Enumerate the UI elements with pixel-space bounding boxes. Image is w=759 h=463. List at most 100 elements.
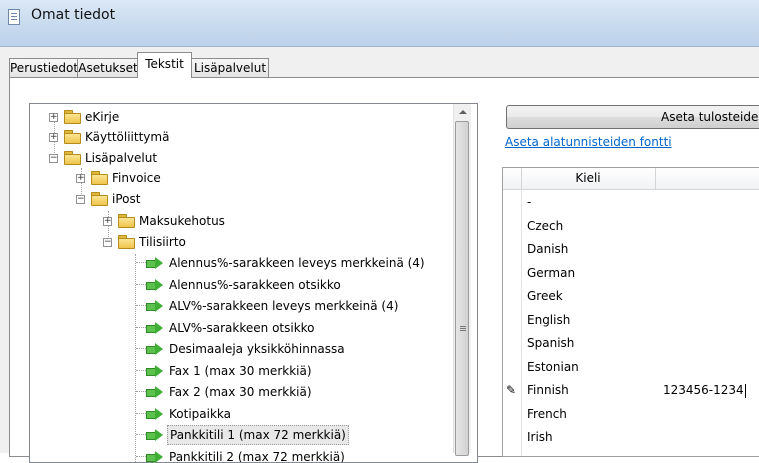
folder-icon [91, 171, 108, 185]
language-cell[interactable]: - [527, 191, 531, 214]
tree-node-ekirje[interactable]: + eKirje [30, 107, 450, 127]
grid-row[interactable]: Danish [503, 238, 759, 261]
arrow-right-icon [146, 386, 164, 398]
arrow-right-icon [146, 343, 164, 355]
tab-lisapalvelut[interactable]: Lisäpalvelut [191, 58, 269, 77]
app-icon [8, 9, 20, 25]
tree-item[interactable]: ALV%-sarakkeen otsikko [30, 318, 450, 338]
set-print-font-button[interactable]: Aseta tulosteide [506, 105, 759, 129]
value-text[interactable]: 123456-1234 [663, 383, 744, 397]
tree-item[interactable]: ALV%-sarakkeen leveys merkkeinä (4) [30, 296, 450, 316]
tree-node-finvoice[interactable]: + Finvoice [30, 168, 450, 188]
tree-item[interactable]: Alennus%-sarakkeen leveys merkkeinä (4) [30, 253, 450, 273]
grid-row[interactable]: Irish [503, 426, 759, 449]
scrollbar-thumb[interactable] [455, 121, 469, 456]
grip-icon [460, 326, 466, 327]
tab-asetukset[interactable]: Asetukset [77, 58, 139, 77]
collapse-icon[interactable]: − [103, 238, 112, 247]
arrow-right-icon [146, 279, 164, 291]
tree-node-ipost[interactable]: − iPost [30, 189, 450, 209]
folder-open-icon [118, 235, 135, 249]
tree-label: Kotipaikka [169, 407, 231, 421]
folder-open-icon [91, 192, 108, 206]
tree-scrollbar[interactable] [453, 104, 471, 456]
tree-item[interactable]: Fax 1 (max 30 merkkiä) [30, 361, 450, 381]
expand-icon[interactable]: + [49, 113, 58, 122]
grid-row[interactable]: Czech [503, 215, 759, 238]
language-cell[interactable]: Spanish [527, 332, 574, 355]
grid-row[interactable]: Greek [503, 285, 759, 308]
arrow-right-icon [146, 300, 164, 312]
arrow-right-icon [146, 429, 164, 441]
tree-label: ALV%-sarakkeen otsikko [169, 321, 315, 335]
title-bar: Omat tiedot [0, 0, 759, 47]
language-cell[interactable]: Czech [527, 215, 563, 238]
tree-label: Alennus%-sarakkeen otsikko [169, 278, 341, 292]
expand-icon[interactable]: + [103, 217, 112, 226]
arrow-right-icon [146, 322, 164, 334]
column-header-kieli[interactable]: Kieli [521, 168, 656, 189]
arrow-right-icon [146, 408, 164, 420]
expand-icon[interactable]: + [49, 133, 58, 142]
window-title: Omat tiedot [31, 7, 116, 23]
tree-item[interactable]: Alennus%-sarakkeen otsikko [30, 275, 450, 295]
language-cell[interactable]: Finnish [527, 379, 569, 402]
language-cell[interactable]: French [527, 403, 567, 426]
column-header-value[interactable] [656, 168, 759, 189]
tree-node-kayttoliittyma[interactable]: + Käyttöliittymä [30, 127, 450, 147]
grid-header: Kieli [503, 168, 759, 190]
grid-row-editing[interactable]: ✎ Finnish 123456-1234 [503, 379, 759, 402]
folder-icon [64, 130, 81, 144]
language-cell[interactable]: Estonian [527, 356, 579, 379]
tree-label: iPost [112, 192, 141, 206]
tree-label: eKirje [85, 110, 120, 124]
tree-item[interactable]: Desimaaleja yksikköhinnassa [30, 339, 450, 359]
value-cell-editing[interactable]: 123456-1234 [663, 379, 746, 402]
arrow-right-icon [146, 365, 164, 377]
tree-label: Pankkitili 2 (max 72 merkkiä) [169, 450, 345, 463]
tree-node-tilisiirto[interactable]: − Tilisiirto [30, 232, 450, 252]
tree-label: Käyttöliittymä [85, 130, 170, 144]
language-cell[interactable]: Irish [527, 426, 553, 449]
tree-node-lisapalvelut[interactable]: − Lisäpalvelut [30, 148, 450, 168]
arrow-right-icon [146, 257, 164, 269]
language-grid[interactable]: Kieli - Czech Danish German Greek Englis… [502, 167, 759, 457]
folder-icon [64, 110, 81, 124]
grid-row[interactable]: English [503, 309, 759, 332]
scroll-up-arrow-icon[interactable] [454, 104, 471, 121]
tree-item[interactable]: Pankkitili 2 (max 72 merkkiä) [30, 447, 450, 463]
grid-row[interactable]: - [503, 191, 759, 214]
tree-label: Alennus%-sarakkeen leveys merkkeinä (4) [169, 256, 425, 270]
language-cell[interactable]: English [527, 309, 570, 332]
grid-row[interactable]: Estonian [503, 356, 759, 379]
tree-label: Desimaaleja yksikköhinnassa [169, 342, 345, 356]
collapse-icon[interactable]: − [49, 154, 58, 163]
tree-label: Fax 1 (max 30 merkkiä) [169, 364, 312, 378]
tree-label: Maksukehotus [139, 214, 225, 228]
settings-tree[interactable]: + eKirje + Käyttöliittymä − Lisäpalvelut… [29, 103, 478, 463]
tab-tekstit[interactable]: Tekstit [137, 52, 192, 78]
tree-label: Fax 2 (max 30 merkkiä) [169, 385, 312, 399]
grid-row[interactable]: Spanish [503, 332, 759, 355]
tree-item[interactable]: Fax 2 (max 30 merkkiä) [30, 382, 450, 402]
tree-item-selected[interactable]: Pankkitili 1 (max 72 merkkiä) [30, 425, 450, 445]
tree-item[interactable]: Kotipaikka [30, 404, 450, 424]
folder-open-icon [64, 151, 81, 165]
row-header-corner [503, 168, 522, 189]
collapse-icon[interactable]: − [76, 195, 85, 204]
set-footer-font-link[interactable]: Aseta alatunnisteiden fontti [505, 135, 672, 149]
edit-pencil-icon: ✎ [506, 383, 517, 397]
grid-row[interactable]: French [503, 403, 759, 426]
tab-perustiedot[interactable]: Perustiedot [9, 58, 78, 77]
tree-label: Tilisiirto [139, 235, 186, 249]
tree-label: Pankkitili 1 (max 72 merkkiä) [167, 425, 349, 445]
grid-row[interactable]: German [503, 262, 759, 285]
tree-node-maksukehotus[interactable]: + Maksukehotus [30, 211, 450, 231]
language-cell[interactable]: Danish [527, 238, 568, 261]
expand-icon[interactable]: + [76, 174, 85, 183]
folder-icon [118, 214, 135, 228]
language-cell[interactable]: Greek [527, 285, 563, 308]
text-caret [744, 383, 746, 398]
tree-label: Lisäpalvelut [85, 151, 158, 165]
language-cell[interactable]: German [527, 262, 575, 285]
